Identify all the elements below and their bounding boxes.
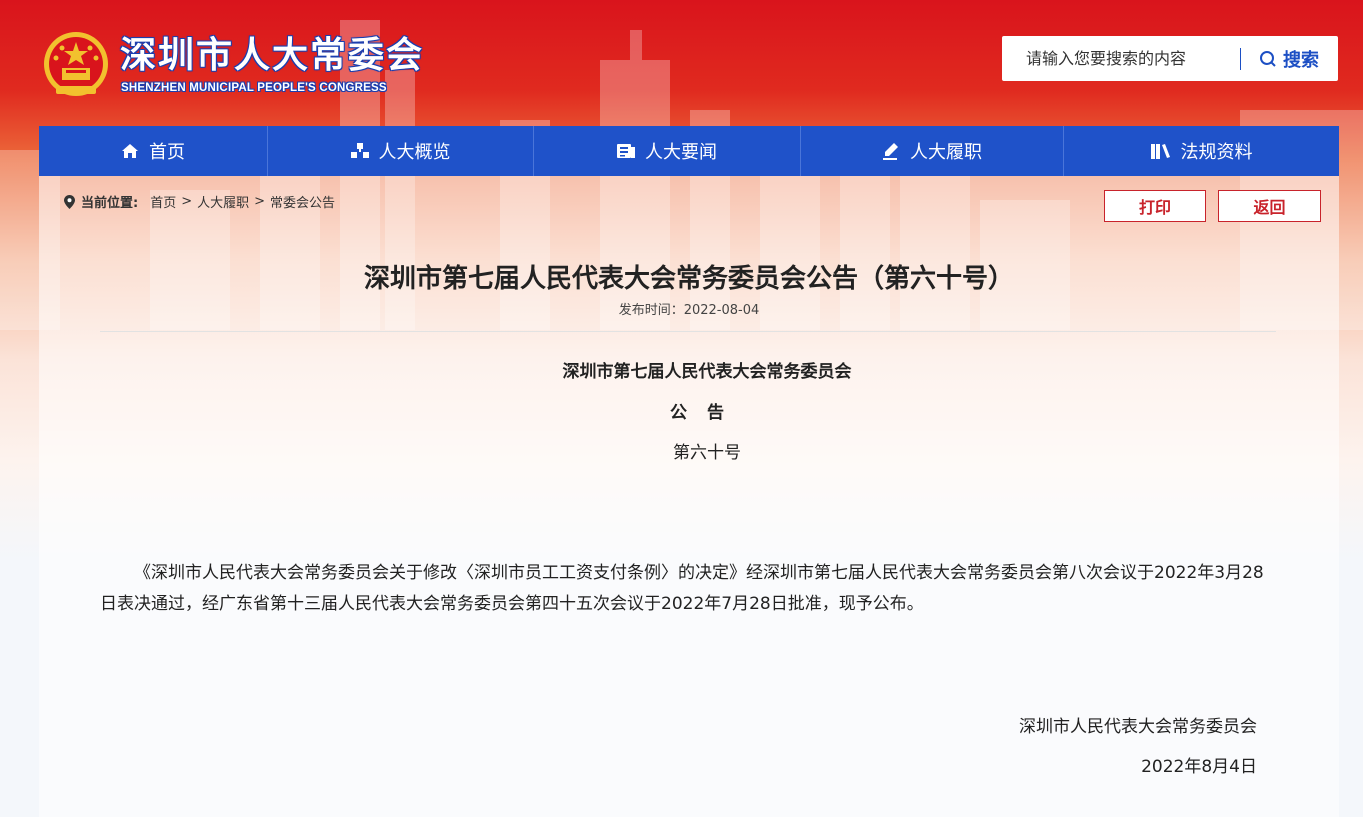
books-icon	[1150, 143, 1171, 159]
article-body: 《深圳市人民代表大会常务委员会关于修改〈深圳市员工工资支付条例〉的决定》经深圳市…	[100, 563, 1264, 614]
breadcrumb-separator: >	[254, 194, 266, 209]
site-header: 深圳市人大常委会 SHENZHEN MUNICIPAL PEOPLE'S CON…	[0, 0, 1363, 126]
news-icon	[617, 143, 635, 159]
structure-icon	[350, 143, 369, 159]
nav-item-duties[interactable]: 人大履职	[801, 126, 1064, 176]
nav-item-news[interactable]: 人大要闻	[534, 126, 801, 176]
nav-item-overview[interactable]: 人大概览	[268, 126, 534, 176]
back-button[interactable]: 返回	[1218, 190, 1321, 222]
pen-icon	[882, 142, 900, 160]
main-nav: 首页 人大概览 人大要闻 人大履职 法规资料	[39, 126, 1339, 176]
search-bar: 搜索	[1002, 36, 1338, 81]
search-input[interactable]	[1002, 36, 1240, 81]
search-button[interactable]: 搜索	[1241, 36, 1337, 81]
issuing-organization: 深圳市第七届人民代表大会常务委员会	[562, 362, 852, 382]
breadcrumb-link-announcements[interactable]: 常委会公告	[270, 192, 335, 211]
home-icon	[121, 143, 139, 159]
print-button[interactable]: 打印	[1104, 190, 1206, 222]
article-title: 深圳市第七届人民代表大会常务委员会公告（第六十号）	[363, 264, 1014, 294]
nav-item-label: 人大要闻	[645, 142, 717, 163]
breadcrumb: 当前位置: 首页 > 人大履职 > 常委会公告	[64, 192, 335, 211]
notice-heading: 公告	[670, 403, 744, 423]
signature-date: 2022年8月4日	[1141, 757, 1257, 777]
nav-item-home[interactable]: 首页	[39, 126, 268, 176]
national-emblem-logo[interactable]	[42, 30, 110, 100]
search-icon	[1260, 50, 1276, 67]
site-subtitle: SHENZHEN MUNICIPAL PEOPLE'S CONGRESS	[121, 82, 387, 94]
notice-number: 第六十号	[673, 443, 741, 463]
location-pin-icon	[64, 194, 75, 209]
signature-organization: 深圳市人民代表大会常务委员会	[1019, 717, 1257, 737]
title-divider	[100, 331, 1276, 332]
search-button-label: 搜索	[1283, 49, 1319, 71]
nav-item-regulations[interactable]: 法规资料	[1064, 126, 1339, 176]
nav-item-label: 人大履职	[910, 142, 982, 163]
publish-time: 发布时间：2022-08-04	[618, 303, 760, 318]
nav-item-label: 人大概览	[378, 142, 451, 163]
breadcrumb-link-duties[interactable]: 人大履职	[197, 192, 249, 211]
breadcrumb-link-home[interactable]: 首页	[150, 192, 176, 211]
nav-item-label: 首页	[149, 142, 185, 163]
breadcrumb-label: 当前位置:	[81, 196, 139, 211]
site-title[interactable]: 深圳市人大常委会	[120, 34, 424, 78]
breadcrumb-separator: >	[181, 194, 193, 209]
nav-item-label: 法规资料	[1180, 142, 1253, 163]
